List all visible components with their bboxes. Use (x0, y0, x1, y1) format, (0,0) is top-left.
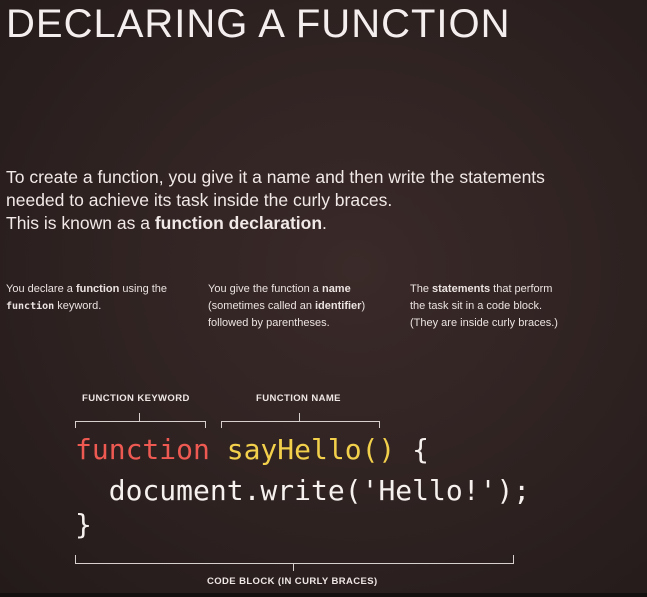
note-name-bold-identifier: identifier (315, 300, 362, 312)
code-block-label: CODE BLOCK (IN CURLY BRACES) (207, 576, 378, 587)
note-statements-line-2: the task sit in a code block. (410, 300, 543, 312)
code-open-brace: { (412, 433, 430, 466)
code-block-bracket (75, 555, 514, 564)
intro-line-3: This is known as a function declaration. (6, 212, 626, 235)
note-keyword-text-e: keyword. (54, 300, 102, 312)
note-name-bold-name: name (321, 283, 351, 295)
code-keyword: function (75, 433, 210, 466)
note-statements-bold: statements (432, 283, 491, 295)
note-name-line-1: You give the function a name (208, 281, 403, 298)
intro-line-1: To create a function, you give it a name… (6, 167, 545, 187)
note-function-keyword: You declare a function using the functio… (6, 281, 196, 315)
code-function-name: sayHello() (226, 433, 396, 466)
function-keyword-bracket-stem (139, 413, 140, 421)
intro-line-3-bold: function declaration (154, 213, 323, 233)
note-keyword-line-2: function keyword. (6, 298, 196, 315)
note-statements-line-3: (They are inside curly braces.) (410, 317, 558, 329)
page-title: DECLARING A FUNCTION (6, 2, 511, 46)
code-block-bracket-stem (293, 564, 294, 571)
note-name-text-c: (sometimes called an (208, 300, 315, 312)
note-keyword-line-1: You declare a function using the (6, 281, 196, 298)
code-line-statement: document.write('Hello!'); (75, 471, 530, 511)
function-keyword-label: FUNCTION KEYWORD (82, 393, 190, 404)
code-statement: document.write('Hello!'); (108, 474, 531, 507)
note-function-name: You give the function a name (sometimes … (208, 281, 403, 332)
note-statements-line-1: The statements that perform (410, 281, 610, 298)
intro-paragraph: To create a function, you give it a name… (6, 166, 626, 235)
bottom-edge (0, 593, 647, 597)
code-line-close: } (75, 505, 92, 545)
note-keyword-code-function: function (6, 301, 55, 312)
note-name-text-e: ) (361, 300, 366, 312)
intro-line-3-prefix: This is known as a (6, 213, 155, 233)
note-keyword-text-a: You declare a (6, 283, 76, 295)
note-statements-text-a: The (410, 283, 433, 295)
note-keyword-bold-function: function (75, 283, 120, 295)
note-statements-text-c: that perform (490, 283, 553, 295)
function-name-bracket (221, 421, 380, 428)
note-statements: The statements that perform the task sit… (410, 281, 610, 332)
function-name-label: FUNCTION NAME (256, 393, 341, 404)
code-close-brace: } (75, 508, 92, 541)
function-keyword-bracket (75, 421, 206, 428)
code-line-declaration: function sayHello() { (75, 430, 429, 470)
note-keyword-text-c: using the (119, 283, 168, 295)
note-name-line-3: followed by parentheses. (208, 317, 330, 329)
note-name-line-2: (sometimes called an identifier) (208, 298, 403, 315)
note-name-text-a: You give the function a (208, 283, 322, 295)
intro-line-2: needed to achieve its task inside the cu… (6, 190, 393, 210)
intro-line-3-suffix: . (322, 213, 327, 233)
function-name-bracket-stem (299, 413, 300, 421)
